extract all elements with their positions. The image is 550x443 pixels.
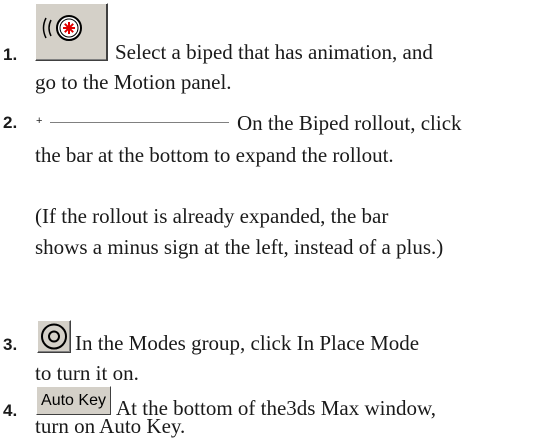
rollout-bar-line	[50, 122, 229, 124]
step-1-line-2: go to the Motion panel.	[35, 70, 232, 94]
note-line-1: (If the rollout is already expanded, the…	[35, 204, 389, 228]
step-4-line-2: turn on Auto Key.	[35, 414, 186, 438]
motion-panel-button[interactable]	[35, 3, 108, 61]
step-2-line-1: On the Biped rollout, click	[237, 111, 462, 135]
step-2-line-2: the bar at the bottom to expand the roll…	[35, 143, 394, 167]
button-divider	[106, 4, 108, 60]
step-number: 2.	[3, 113, 18, 132]
note-line-2: shows a minus sign at the left, instead …	[35, 235, 444, 259]
step-number: 4.	[3, 401, 18, 420]
step-1-line-1: Select a biped that has animation, and	[115, 40, 433, 64]
step-number: 3.	[3, 335, 18, 354]
in-place-mode-icon	[41, 323, 67, 350]
step-3-line-1: In the Modes group, click In Place Mode	[75, 331, 420, 355]
plus-icon: +	[36, 115, 43, 127]
biped-rollout-expand-bar[interactable]: +	[36, 115, 229, 129]
in-place-mode-button[interactable]	[37, 320, 71, 353]
motion-panel-icon	[42, 15, 82, 41]
step-number: 1.	[3, 45, 18, 64]
